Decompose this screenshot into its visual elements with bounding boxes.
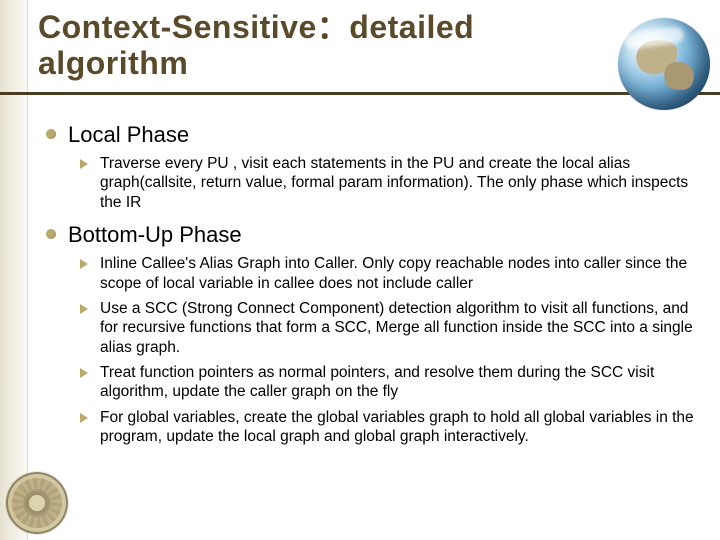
list-item-text: For global variables, create the global …	[100, 408, 696, 447]
content-area: Local Phase Traverse every PU , visit ea…	[46, 122, 696, 457]
bullet-dot-icon	[46, 229, 56, 239]
slide-title: Context-Sensitive：detailed algorithm	[38, 10, 600, 82]
list-item: Inline Callee's Alias Graph into Caller.…	[80, 254, 696, 293]
bullet-triangle-icon	[80, 304, 88, 314]
title-underline	[0, 92, 720, 95]
list-item-text: Use a SCC (Strong Connect Component) det…	[100, 299, 696, 357]
bullet-dot-icon	[46, 129, 56, 139]
list-item-text: Treat function pointers as normal pointe…	[100, 363, 696, 402]
bullet-triangle-icon	[80, 159, 88, 169]
bullet-triangle-icon	[80, 368, 88, 378]
list-item: Treat function pointers as normal pointe…	[80, 363, 696, 402]
bullet-triangle-icon	[80, 259, 88, 269]
list-item-text: Traverse every PU , visit each statement…	[100, 154, 696, 212]
list-item: Use a SCC (Strong Connect Component) det…	[80, 299, 696, 357]
list-item: Traverse every PU , visit each statement…	[80, 154, 696, 212]
title-area: Context-Sensitive：detailed algorithm	[38, 10, 600, 82]
left-accent-bar	[0, 0, 28, 540]
section-heading: Bottom-Up Phase	[68, 222, 242, 248]
list-item: For global variables, create the global …	[80, 408, 696, 447]
section-bottom-up-phase: Bottom-Up Phase Inline Callee's Alias Gr…	[46, 222, 696, 446]
bullet-triangle-icon	[80, 413, 88, 423]
list-item-text: Inline Callee's Alias Graph into Caller.…	[100, 254, 696, 293]
section-local-phase: Local Phase Traverse every PU , visit ea…	[46, 122, 696, 212]
section-heading: Local Phase	[68, 122, 189, 148]
globe-icon	[618, 18, 710, 110]
seal-icon	[6, 472, 68, 534]
